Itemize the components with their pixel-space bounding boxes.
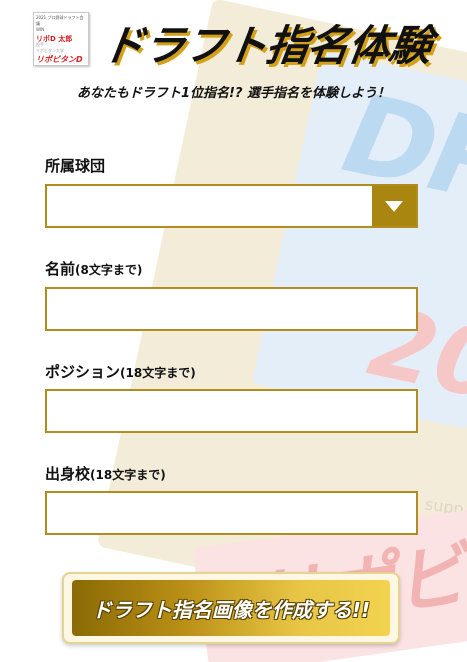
team-select-toggle[interactable] [372,186,416,226]
name-label-hint: (8文字まで) [75,263,143,277]
seal-icon [56,65,66,66]
name-label: 名前(8文字まで) [45,258,142,279]
school-label-text: 出身校 [45,465,91,483]
position-label-hint: (18文字まで) [120,366,196,380]
position-field[interactable] [45,389,418,433]
create-draft-image-button[interactable]: ドラフト指名画像を作成する!! [72,580,390,636]
card-team-line: WIN [36,27,45,32]
school-label: 出身校(18文字まで) [45,463,166,484]
card-school: リポビタン大学 [36,48,64,53]
create-draft-image-button-label: ドラフト指名画像を作成する!! [91,598,371,622]
school-label-hint: (18文字まで) [90,468,166,482]
position-label-text: ポジション [45,363,121,381]
name-label-text: 名前 [45,260,76,278]
header: 2021 プロ野球ドラフト会議 WIN リポD 太郎 投手 リポビタン大学 リポ… [33,12,453,72]
team-label: 所属球団 [45,155,105,176]
submit-button-frame: ドラフト指名画像を作成する!! [62,572,400,644]
page-title: ドラフト指名体験 [99,21,435,70]
card-top-line: 2021 プロ野球ドラフト会議 [36,15,84,26]
background-support-text: supp [423,494,465,519]
name-input[interactable] [47,289,416,329]
team-label-text: 所属球団 [45,157,106,175]
name-field[interactable] [45,287,418,331]
school-field[interactable] [45,491,418,535]
page-subtitle: あなたもドラフト1位指名!? 選手指名を体験しよう！ [76,86,391,101]
position-label: ポジション(18文字まで) [45,361,196,382]
card-brand-logo: リポビタンD [36,55,83,64]
school-input[interactable] [47,493,416,533]
team-select[interactable] [45,184,418,228]
background-blue-panel [252,50,467,430]
chevron-down-icon [385,201,403,212]
draft-card-thumbnail: 2021 プロ野球ドラフト会議 WIN リポD 太郎 投手 リポビタン大学 リポ… [33,12,89,66]
position-input[interactable] [47,391,416,431]
